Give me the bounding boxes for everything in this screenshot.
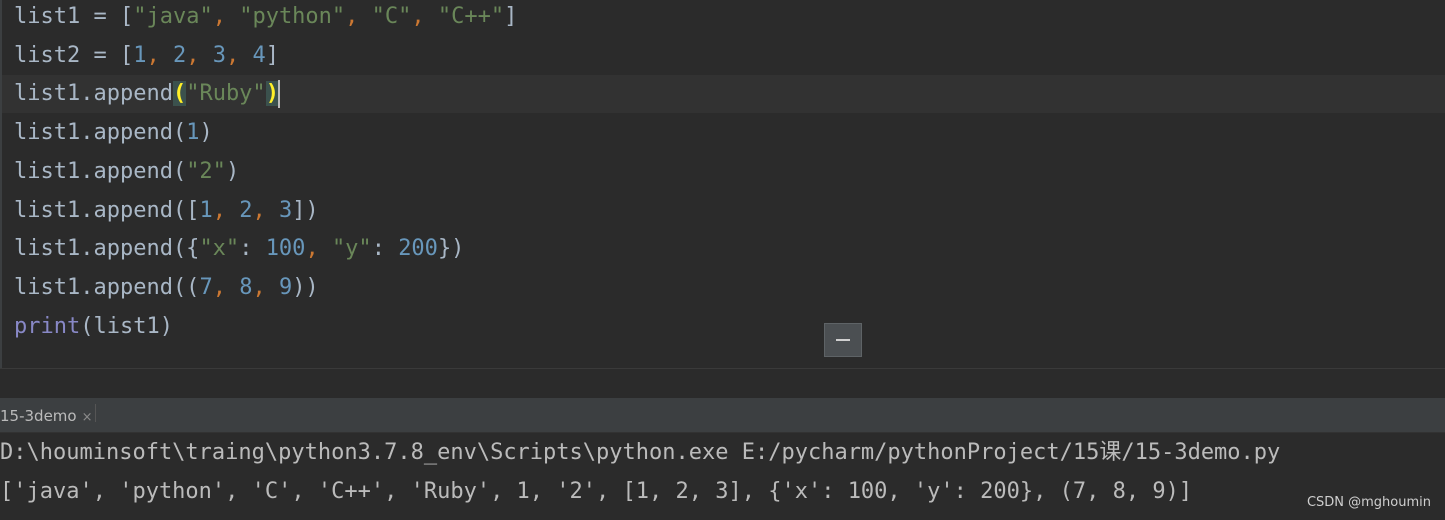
code-editor[interactable]: list1 = ["java", "python", "C", "C++"] l… xyxy=(0,0,1445,368)
run-tool-window-tabs: 15-3demo × xyxy=(0,398,1445,433)
minus-icon[interactable] xyxy=(824,323,862,357)
code-line-8[interactable]: list1.append((7, 8, 9)) xyxy=(14,269,319,307)
code-line-7[interactable]: list1.append({"x": 100, "y": 200}) xyxy=(14,230,464,268)
run-tab-label: 15-3demo xyxy=(0,407,77,425)
code-line-3[interactable]: list1.append("Ruby") xyxy=(14,75,280,113)
console-output-line: ['java', 'python', 'C', 'C++', 'Ruby', 1… xyxy=(0,479,1193,504)
code-line-4[interactable]: list1.append(1) xyxy=(14,114,213,152)
code-line-6[interactable]: list1.append([1, 2, 3]) xyxy=(14,192,319,230)
code-line-9[interactable]: print(list1) xyxy=(14,308,173,346)
text-caret xyxy=(277,80,280,108)
console-command-line: D:\houminsoft\traing\python3.7.8_env\Scr… xyxy=(0,440,1281,465)
close-icon[interactable]: × xyxy=(82,410,93,425)
code-line-1[interactable]: list1 = ["java", "python", "C", "C++"] xyxy=(14,0,517,36)
tab-separator xyxy=(95,404,96,422)
watermark: CSDN @mghoumin xyxy=(1306,495,1431,510)
run-tab[interactable]: 15-3demo × xyxy=(0,398,99,432)
code-line-2[interactable]: list2 = [1, 2, 3, 4] xyxy=(14,37,279,75)
panel-divider[interactable] xyxy=(0,368,1445,399)
code-line-5[interactable]: list1.append("2") xyxy=(14,153,239,191)
run-console[interactable]: D:\houminsoft\traing\python3.7.8_env\Scr… xyxy=(0,433,1445,520)
